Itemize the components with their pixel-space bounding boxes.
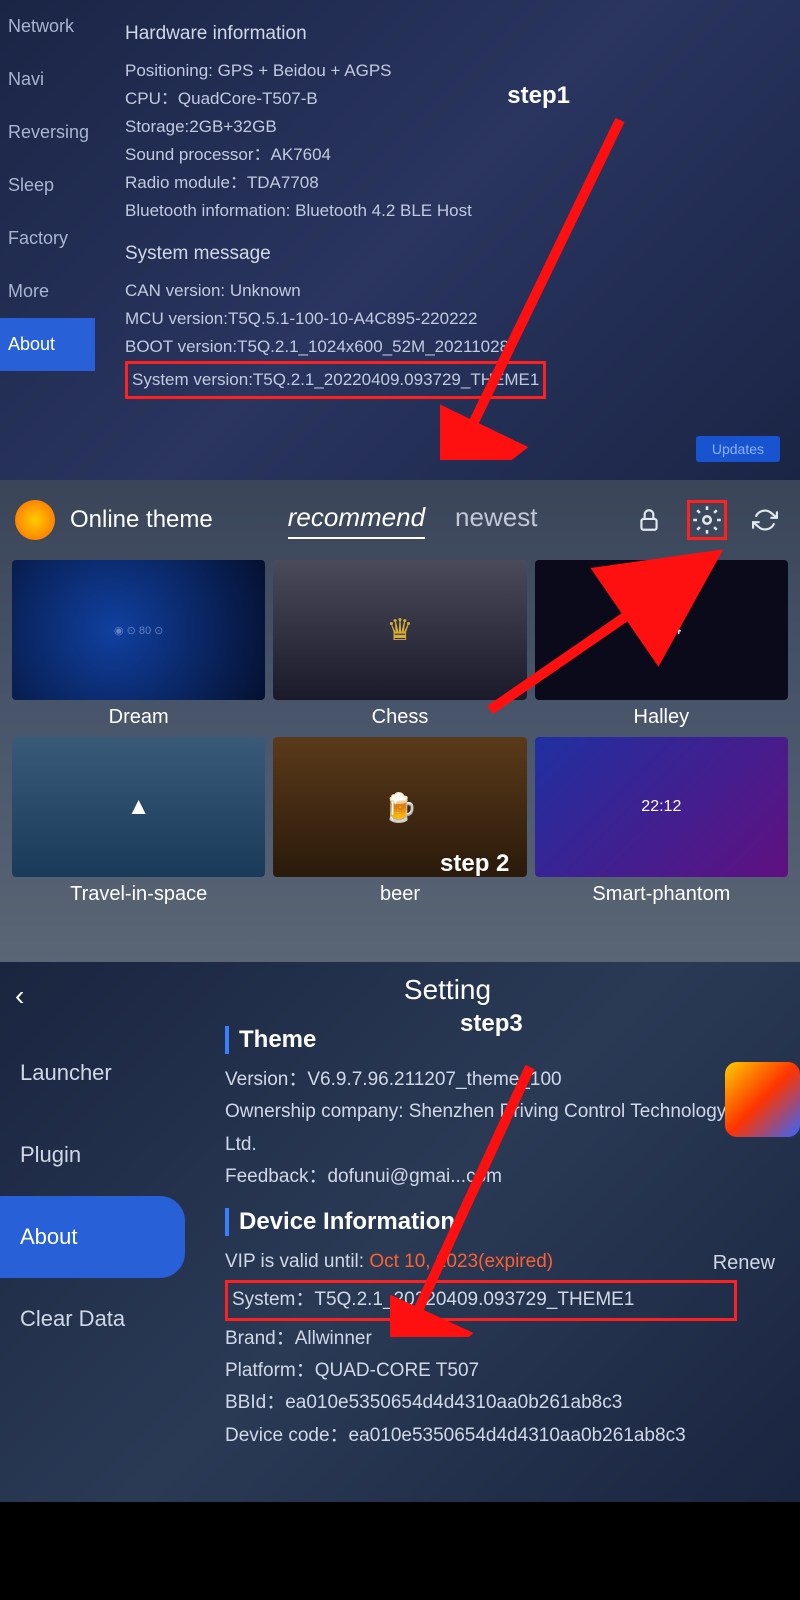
cpu-info: CPU：QuadCore-T507-B xyxy=(125,85,770,113)
theme-preview-travel: ▲ xyxy=(12,737,265,877)
theme-app-logo-icon xyxy=(15,500,55,540)
step1-annotation: step1 xyxy=(507,82,570,110)
theme-card-beer[interactable]: 🍺 beer xyxy=(273,737,526,906)
theme-preview-dream: ◉ ⊙ 80 ⊙ xyxy=(12,560,265,700)
sidebar-item-factory[interactable]: Factory xyxy=(0,212,95,265)
sidebar-item-network[interactable]: Network xyxy=(0,0,95,53)
arrow-annotation-1 xyxy=(440,110,640,460)
sidebar-item-plugin[interactable]: Plugin xyxy=(0,1114,195,1196)
online-theme-title: Online theme xyxy=(70,506,213,534)
refresh-icon[interactable] xyxy=(745,500,785,540)
sidebar-item-about[interactable]: About xyxy=(0,1196,185,1278)
vip-label: VIP is valid until: xyxy=(225,1251,369,1272)
device-platform: Platform：QUAD-CORE T507 xyxy=(225,1355,770,1387)
sidebar-item-navi[interactable]: Navi xyxy=(0,53,95,106)
renew-button[interactable]: Renew xyxy=(713,1246,775,1280)
theme-name-beer: beer xyxy=(273,883,526,906)
arrow-annotation-2 xyxy=(480,540,740,720)
device-code: Device code：ea010e5350654d4d4310aa0b261a… xyxy=(225,1420,770,1452)
sidebar-item-sleep[interactable]: Sleep xyxy=(0,159,95,212)
theme-preview-smart: 22:12 xyxy=(535,737,788,877)
setting-sidebar: Launcher Plugin About Clear Data xyxy=(0,962,195,1502)
theme-app-icon xyxy=(725,1062,800,1137)
settings-gear-icon[interactable] xyxy=(687,500,727,540)
theme-card-dream[interactable]: ◉ ⊙ 80 ⊙ Dream xyxy=(12,560,265,729)
step2-annotation: step 2 xyxy=(440,850,509,878)
back-icon[interactable]: ‹ xyxy=(15,980,24,1012)
settings-sidebar: Network Navi Reversing Sleep Factory Mor… xyxy=(0,0,95,480)
online-theme-screen: Online theme recommend newest ◉ ⊙ 80 ⊙ D… xyxy=(0,480,800,962)
tab-recommend[interactable]: recommend xyxy=(288,502,425,539)
sidebar-item-more[interactable]: More xyxy=(0,265,95,318)
theme-card-travel[interactable]: ▲ Travel-in-space xyxy=(12,737,265,906)
sidebar-item-launcher[interactable]: Launcher xyxy=(0,1032,195,1114)
step3-annotation: step3 xyxy=(460,1010,523,1038)
theme-name-dream: Dream xyxy=(12,706,265,729)
theme-name-travel: Travel-in-space xyxy=(12,883,265,906)
theme-name-smart: Smart-phantom xyxy=(535,883,788,906)
theme-tabs: recommend newest xyxy=(288,502,538,539)
sidebar-item-reversing[interactable]: Reversing xyxy=(0,106,95,159)
updates-button[interactable]: Updates xyxy=(696,436,780,462)
header-icons xyxy=(629,500,785,540)
theme-card-smart-phantom[interactable]: 22:12 Smart-phantom xyxy=(535,737,788,906)
setting-title: Setting xyxy=(125,974,770,1006)
hardware-info-header: Hardware information xyxy=(125,23,770,45)
sidebar-item-clear-data[interactable]: Clear Data xyxy=(0,1278,195,1360)
arrow-annotation-3 xyxy=(390,1057,550,1337)
device-bbid: BBId：ea010e5350654d4d4310aa0b261ab8c3 xyxy=(225,1387,770,1419)
about-screen: Network Navi Reversing Sleep Factory Mor… xyxy=(0,0,800,480)
positioning-info: Positioning: GPS + Beidou + AGPS xyxy=(125,57,770,85)
tab-newest[interactable]: newest xyxy=(455,502,537,539)
theme-setting-screen: ‹ Launcher Plugin About Clear Data Setti… xyxy=(0,962,800,1502)
lock-icon[interactable] xyxy=(629,500,669,540)
sidebar-item-about[interactable]: About xyxy=(0,318,95,371)
